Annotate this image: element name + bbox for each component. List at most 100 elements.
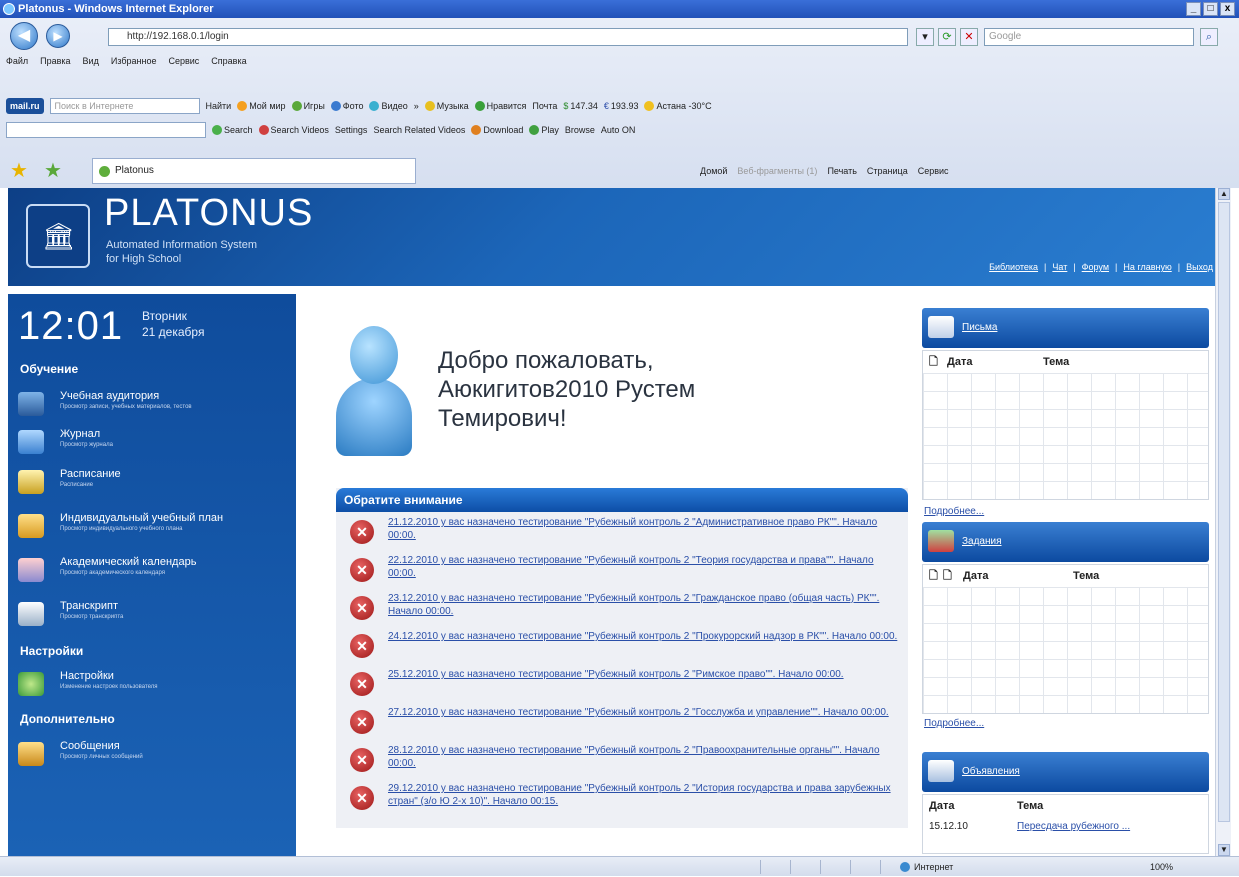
notice-link[interactable]: 28.12.2010 у вас назначено тестирование … bbox=[388, 744, 898, 770]
notice-link[interactable]: 27.12.2010 у вас назначено тестирование … bbox=[388, 706, 898, 719]
link-chat[interactable]: Чат bbox=[1052, 262, 1067, 272]
sep: | bbox=[1177, 262, 1181, 272]
menu-view[interactable]: Вид bbox=[83, 54, 99, 68]
sidebar-item-calendar[interactable]: Академический календарь Просмотр академич… bbox=[18, 556, 288, 586]
sidebar-item-messages[interactable]: Сообщения Просмотр личных сообщений bbox=[18, 740, 288, 770]
video-button[interactable]: Видео bbox=[369, 96, 408, 116]
print-button[interactable]: Печать bbox=[827, 162, 856, 180]
menu-file[interactable]: Файл bbox=[6, 54, 28, 68]
menu-edit[interactable]: Правка bbox=[40, 54, 70, 68]
stop-icon[interactable]: ✕ bbox=[960, 28, 978, 46]
notice-link[interactable]: 22.12.2010 у вас назначено тестирование … bbox=[388, 554, 898, 580]
notice-link[interactable]: 21.12.2010 у вас назначено тестирование … bbox=[388, 516, 898, 542]
scroll-up-icon[interactable]: ▲ bbox=[1218, 188, 1230, 200]
favorites-star-icon[interactable]: ★ bbox=[10, 158, 28, 183]
related-videos-button[interactable]: Search Related Videos bbox=[373, 120, 465, 140]
notice-link[interactable]: 29.12.2010 у вас назначено тестирование … bbox=[388, 782, 898, 808]
error-icon: ✕ bbox=[350, 596, 374, 620]
sidebar-item-journal[interactable]: Журнал Просмотр журнала bbox=[18, 428, 288, 458]
command-bar: Домой Веб-фрагменты (1) Печать Страница … bbox=[700, 162, 949, 180]
link-logout[interactable]: Выход bbox=[1186, 262, 1213, 272]
minimize-button[interactable]: _ bbox=[1186, 2, 1201, 16]
scroll-thumb[interactable] bbox=[1218, 202, 1230, 822]
col-date: Дата bbox=[929, 800, 955, 812]
tools-menu-button[interactable]: Сервис bbox=[918, 162, 949, 180]
link-library[interactable]: Библиотека bbox=[989, 262, 1038, 272]
search-input[interactable]: Google bbox=[984, 28, 1194, 46]
ad-link[interactable]: Пересдача рубежного ... bbox=[1017, 821, 1130, 832]
search-videos-button[interactable]: Search Videos bbox=[258, 120, 329, 140]
notice-item[interactable]: ✕ 24.12.2010 у вас назначено тестирование… bbox=[342, 630, 902, 662]
play-button[interactable]: Play bbox=[529, 120, 559, 140]
zoom-level[interactable]: 100% bbox=[1150, 857, 1173, 877]
tasks-more-link[interactable]: Подробнее... bbox=[924, 718, 984, 729]
security-zone[interactable]: Интернет bbox=[900, 857, 953, 877]
tab-platonus[interactable]: Platonus bbox=[92, 158, 416, 184]
auto-on-button[interactable]: Auto ON bbox=[601, 120, 636, 140]
mail-button[interactable]: Почта bbox=[532, 96, 557, 116]
add-favorite-icon[interactable]: ★ bbox=[44, 158, 62, 183]
page-menu-button[interactable]: Страница bbox=[867, 162, 908, 180]
settings-button[interactable]: Settings bbox=[335, 120, 368, 140]
scroll-down-icon[interactable]: ▼ bbox=[1218, 844, 1230, 856]
home-button[interactable]: Домой bbox=[700, 162, 727, 180]
menu-tools[interactable]: Сервис bbox=[168, 54, 199, 68]
letters-title[interactable]: Письма bbox=[962, 322, 997, 333]
toolbar2-input[interactable] bbox=[6, 122, 206, 138]
refresh-icon[interactable]: ⟳ bbox=[938, 28, 956, 46]
notice-link[interactable]: 23.12.2010 у вас назначено тестирование … bbox=[388, 592, 898, 618]
tasks-table: 🗋 🗋 Дата Тема bbox=[922, 564, 1209, 714]
music-button[interactable]: Музыка bbox=[424, 96, 469, 116]
forward-icon[interactable]: ▶ bbox=[46, 24, 70, 48]
notice-item[interactable]: ✕ 22.12.2010 у вас назначено тестирование… bbox=[342, 554, 902, 586]
photo-button[interactable]: Фото bbox=[330, 96, 363, 116]
ads-title[interactable]: Объявления bbox=[962, 766, 1020, 777]
dropdown-arrow-icon[interactable]: ▾ bbox=[916, 28, 934, 46]
error-icon: ✕ bbox=[350, 710, 374, 734]
error-icon: ✕ bbox=[350, 748, 374, 772]
vertical-scrollbar[interactable]: ▲ ▼ bbox=[1215, 188, 1231, 856]
col-topic: Тема bbox=[1043, 356, 1070, 368]
maximize-button[interactable]: □ bbox=[1203, 2, 1218, 16]
letters-more-link[interactable]: Подробнее... bbox=[924, 506, 984, 517]
notice-item[interactable]: ✕ 21.12.2010 у вас назначено тестирование… bbox=[342, 516, 902, 548]
error-icon: ✕ bbox=[350, 672, 374, 696]
games-button[interactable]: Игры bbox=[291, 96, 325, 116]
link-home[interactable]: На главную bbox=[1123, 262, 1171, 272]
notice-item[interactable]: ✕ 25.12.2010 у вас назначено тестирование… bbox=[342, 668, 902, 700]
back-icon[interactable]: ◀ bbox=[10, 22, 38, 50]
browse-button[interactable]: Browse bbox=[565, 120, 595, 140]
toolbar-search-input[interactable]: Поиск в Интернете bbox=[49, 98, 200, 114]
notice-item[interactable]: ✕ 29.12.2010 у вас назначено тестирование… bbox=[342, 782, 902, 814]
notice-item[interactable]: ✕ 23.12.2010 у вас назначено тестирование… bbox=[342, 592, 902, 624]
find-button[interactable]: Найти bbox=[206, 96, 232, 116]
mailru-logo[interactable]: mail.ru bbox=[6, 98, 44, 114]
sidebar-item-schedule[interactable]: Расписание Расписание bbox=[18, 468, 288, 498]
sidebar: 12:01 Вторник 21 декабря Обучение Учебна… bbox=[8, 294, 296, 856]
notice-link[interactable]: 24.12.2010 у вас назначено тестирование … bbox=[388, 630, 898, 643]
search-button[interactable]: Search bbox=[212, 120, 253, 140]
sidebar-item-settings[interactable]: Настройки Изменение настроек пользователя bbox=[18, 670, 288, 700]
likes-button[interactable]: Нравится bbox=[474, 96, 526, 116]
close-button[interactable]: x bbox=[1220, 2, 1235, 16]
my-world-button[interactable]: Мой мир bbox=[237, 96, 286, 116]
weather-widget[interactable]: Астана -30°C bbox=[644, 96, 712, 116]
notice-link[interactable]: 25.12.2010 у вас назначено тестирование … bbox=[388, 668, 898, 681]
link-forum[interactable]: Форум bbox=[1082, 262, 1109, 272]
menu-favorites[interactable]: Избранное bbox=[111, 54, 157, 68]
dollar-icon: $ bbox=[563, 101, 569, 111]
web-slices-button[interactable]: Веб-фрагменты (1) bbox=[737, 162, 817, 180]
date: 21 декабря bbox=[142, 325, 205, 339]
more-chevron[interactable]: » bbox=[414, 96, 419, 116]
address-bar[interactable]: http://192.168.0.1/login bbox=[108, 28, 908, 46]
download-button[interactable]: Download bbox=[471, 120, 523, 140]
search-icon[interactable]: ⌕ bbox=[1200, 28, 1218, 46]
notice-item[interactable]: ✕ 28.12.2010 у вас назначено тестирование… bbox=[342, 744, 902, 776]
notice-item[interactable]: ✕ 27.12.2010 у вас назначено тестирование… bbox=[342, 706, 902, 738]
menu-help[interactable]: Справка bbox=[211, 54, 246, 68]
sidebar-item-classroom[interactable]: Учебная аудитория Просмотр записи, учебны… bbox=[18, 390, 288, 420]
book-icon bbox=[18, 392, 44, 416]
tasks-title[interactable]: Задания bbox=[962, 536, 1002, 547]
sidebar-item-transcript[interactable]: Транскрипт Просмотр транскрипта bbox=[18, 600, 288, 630]
sidebar-item-study-plan[interactable]: Индивидуальный учебный план Просмотр инди… bbox=[18, 512, 288, 542]
